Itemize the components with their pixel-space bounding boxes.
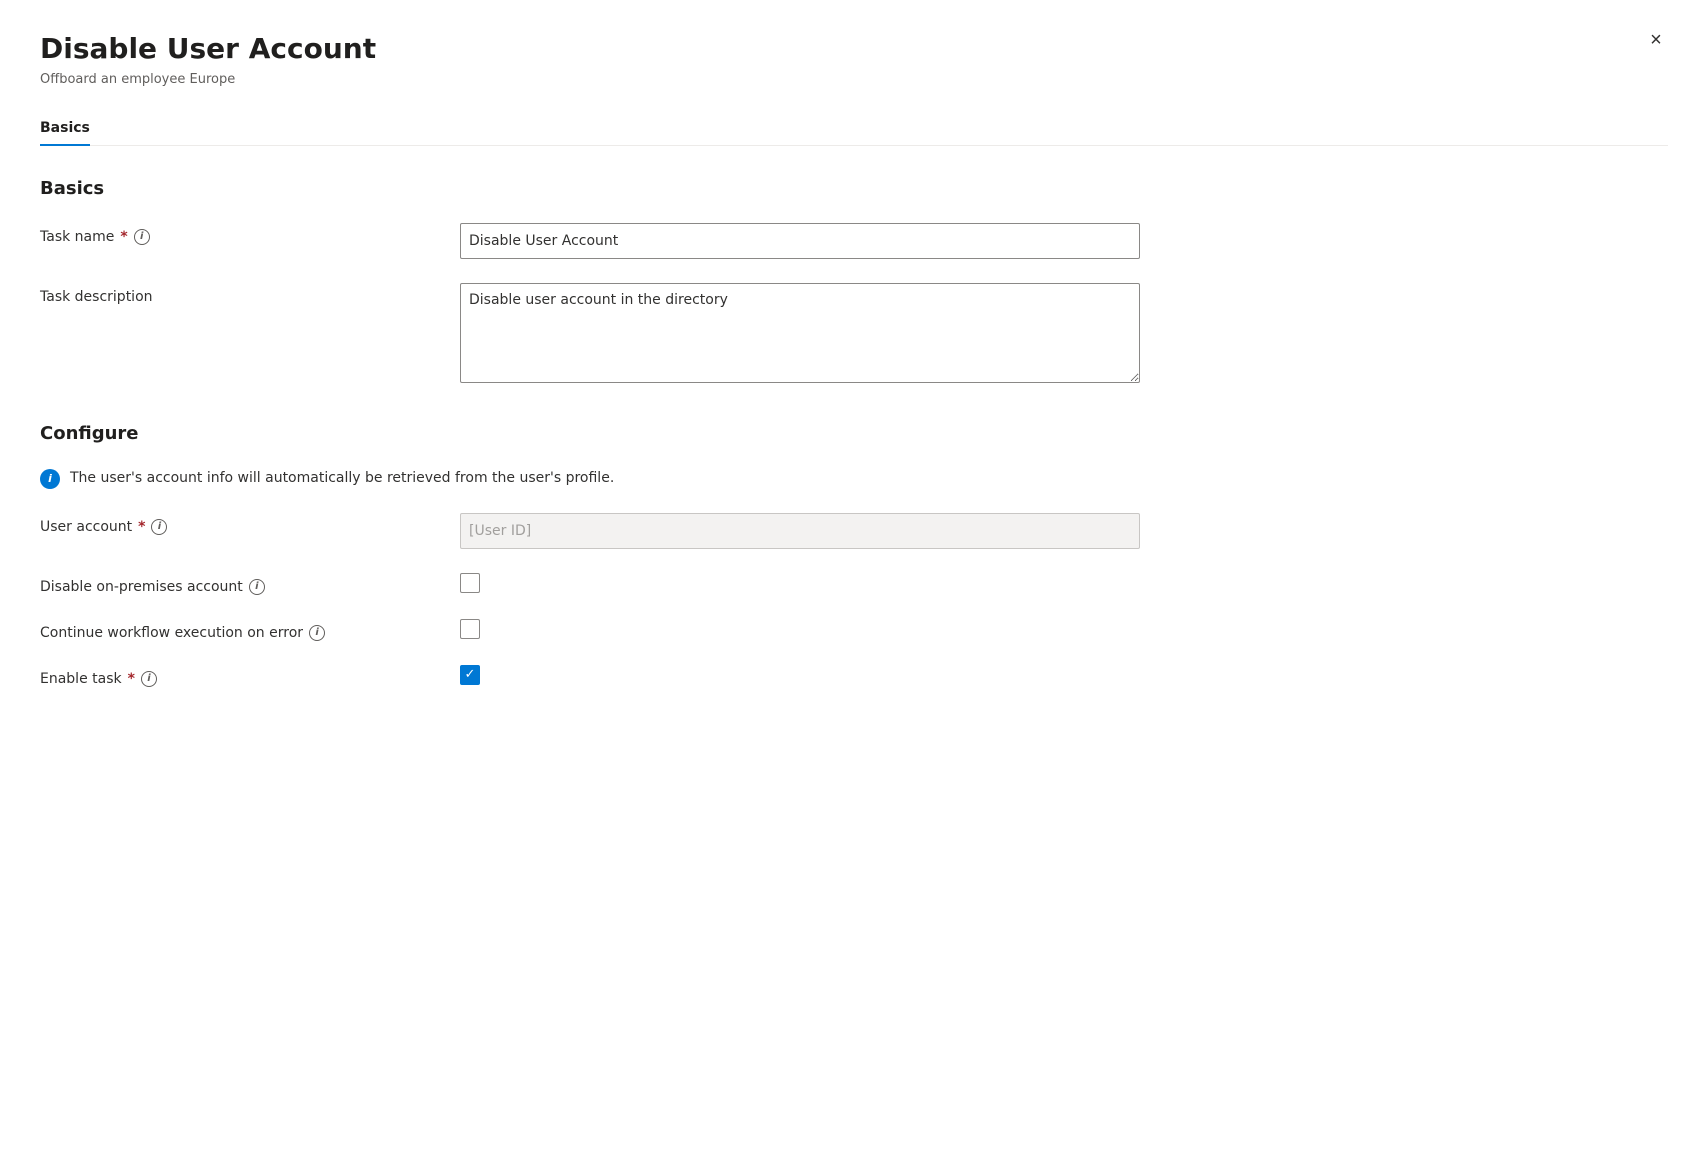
user-account-input: [User ID] xyxy=(460,513,1140,549)
configure-section: Configure i The user's account info will… xyxy=(40,423,1668,687)
user-account-row: User account * i [User ID] xyxy=(40,513,1668,549)
tabs-container: Basics xyxy=(40,111,1668,146)
task-name-control xyxy=(460,223,1140,259)
basics-section: Basics Task name * i Task description Di… xyxy=(40,178,1668,387)
tab-basics[interactable]: Basics xyxy=(40,112,90,146)
close-icon: × xyxy=(1650,29,1662,52)
enable-task-label: Enable task * i xyxy=(40,665,460,687)
dialog-subtitle: Offboard an employee Europe xyxy=(40,72,1608,87)
configure-section-title: Configure xyxy=(40,423,1668,444)
continue-workflow-control xyxy=(460,619,1140,639)
task-name-info-icon: i xyxy=(134,229,150,245)
dialog-title: Disable User Account xyxy=(40,32,1608,66)
user-account-info-icon: i xyxy=(151,519,167,535)
task-description-input[interactable]: Disable user account in the directory xyxy=(460,283,1140,383)
info-banner-text: The user's account info will automatical… xyxy=(70,468,614,489)
dialog-header: Disable User Account Offboard an employe… xyxy=(40,32,1668,87)
user-account-required: * xyxy=(138,519,145,535)
continue-workflow-checkbox-wrapper xyxy=(460,619,1140,639)
enable-task-control xyxy=(460,665,1140,685)
task-description-control: Disable user account in the directory xyxy=(460,283,1140,387)
disable-onpremises-label: Disable on-premises account i xyxy=(40,573,460,595)
task-description-label: Task description xyxy=(40,283,460,305)
user-account-label: User account * i xyxy=(40,513,460,535)
enable-task-row: Enable task * i xyxy=(40,665,1668,687)
user-account-control: [User ID] xyxy=(460,513,1140,549)
continue-workflow-checkbox[interactable] xyxy=(460,619,480,639)
task-name-label: Task name * i xyxy=(40,223,460,245)
continue-workflow-row: Continue workflow execution on error i xyxy=(40,619,1668,641)
continue-workflow-info-icon: i xyxy=(309,625,325,641)
task-name-row: Task name * i xyxy=(40,223,1668,259)
info-banner: i The user's account info will automatic… xyxy=(40,468,1668,489)
dialog: × Disable User Account Offboard an emplo… xyxy=(0,0,1708,1152)
disable-onpremises-checkbox[interactable] xyxy=(460,573,480,593)
disable-onpremises-control xyxy=(460,573,1140,593)
enable-task-checkbox[interactable] xyxy=(460,665,480,685)
enable-task-info-icon: i xyxy=(141,671,157,687)
task-name-input[interactable] xyxy=(460,223,1140,259)
disable-onpremises-info-icon: i xyxy=(249,579,265,595)
continue-workflow-label: Continue workflow execution on error i xyxy=(40,619,460,641)
close-button[interactable]: × xyxy=(1640,24,1672,56)
task-description-row: Task description Disable user account in… xyxy=(40,283,1668,387)
disable-onpremises-row: Disable on-premises account i xyxy=(40,573,1668,595)
enable-task-required: * xyxy=(128,671,135,687)
basics-section-title: Basics xyxy=(40,178,1668,199)
enable-task-checkbox-wrapper xyxy=(460,665,1140,685)
info-banner-icon: i xyxy=(40,469,60,489)
disable-onpremises-checkbox-wrapper xyxy=(460,573,1140,593)
task-name-required: * xyxy=(120,229,127,245)
